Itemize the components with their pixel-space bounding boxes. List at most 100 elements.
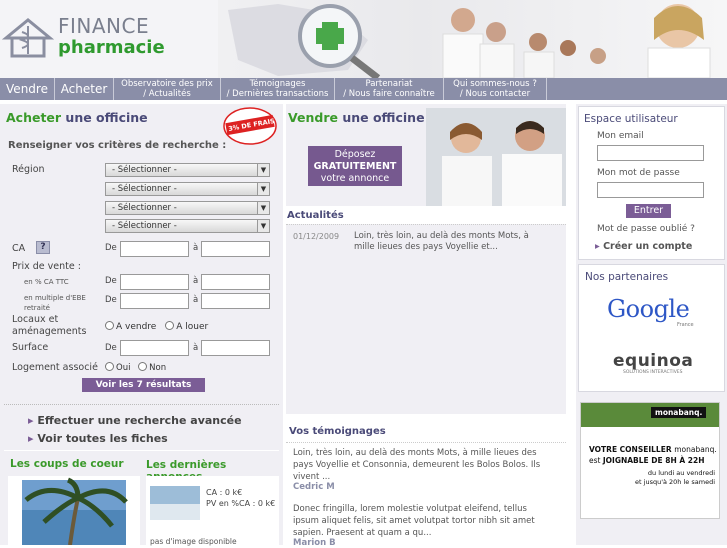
surface-a-label: à [193, 343, 199, 353]
prix-ebe-de-label: De [105, 295, 117, 305]
annonce-thumbnail [150, 486, 200, 520]
nav-acheter-label: Acheter [60, 82, 108, 96]
nav-observatoire-line2: / Actualités [143, 89, 191, 99]
annonce-ca: CA : 0 k€ [206, 488, 243, 497]
radio-circle-icon [138, 362, 148, 371]
surface-max-input[interactable] [201, 340, 270, 356]
banner-illustration [228, 4, 711, 81]
nav-qui-line2: / Nous contacter [459, 89, 531, 99]
region-select-4[interactable]: - Sélectionner - ▼ [105, 219, 270, 233]
vendre-title-a: Vendre [288, 110, 338, 125]
actualites-title: Actualités [287, 210, 344, 221]
google-logo[interactable]: Google [607, 295, 690, 323]
temoignage-2-text: Donec fringilla, lorem molestie volutpat… [293, 504, 535, 538]
partenaires-panel: Nos partenaires Google France equinoa SO… [578, 264, 725, 392]
prix-ebe-min-input[interactable] [120, 293, 189, 309]
nav-partenariat-line2: / Nous faire connaître [343, 89, 435, 99]
entrer-button[interactable]: Entrer [626, 204, 671, 218]
region-select-2[interactable]: - Sélectionner - ▼ [105, 182, 270, 196]
arrow-right-icon: ▸ [28, 432, 38, 445]
ad-line3: du lundi au vendredi [647, 469, 715, 477]
email-label: Mon email [597, 131, 644, 141]
create-account-link[interactable]: ▸ Créer un compte [595, 241, 692, 252]
prix-ebe-max-input[interactable] [201, 293, 270, 309]
palm-tree-image [22, 477, 128, 546]
a-vendre-label: A vendre [116, 322, 157, 332]
all-listings-label: Voir toutes les fiches [37, 432, 168, 445]
dropdown-arrow-icon: ▼ [257, 164, 269, 176]
prix-pct-label: en % CA TTC [24, 278, 69, 286]
prix-label: Prix de vente : [12, 261, 81, 272]
logo-pharmacie: pharmacie [58, 37, 165, 58]
nav-partenariat[interactable]: Partenariat / Nous faire connaître [335, 78, 444, 100]
vendre-title-b: une officine [337, 110, 425, 125]
region-select-3[interactable]: - Sélectionner - ▼ [105, 201, 270, 215]
logo-finance: FINANCE [58, 14, 150, 38]
non-label: Non [149, 363, 167, 373]
forgot-password-link[interactable]: Mot de passe oublié ? [597, 224, 695, 234]
acheter-column: Acheter une officine 3% DE FRAIS Renseig… [0, 104, 283, 546]
ca-max-input[interactable] [201, 241, 270, 257]
monabanq-ad[interactable]: monabanq. VOTRE CONSEILLER monabanq. est… [580, 402, 720, 519]
criteria-heading: Renseigner vos critères de recherche : [8, 140, 227, 151]
dropdown-arrow-icon: ▼ [257, 183, 269, 195]
all-listings-link[interactable]: ▸ Voir toutes les fiches [28, 432, 168, 445]
divider [4, 404, 279, 405]
cta-line2: GRATUITEMENT [313, 161, 397, 172]
region-select-2-value: - Sélectionner - [112, 184, 177, 194]
prix-pct-min-input[interactable] [120, 274, 189, 290]
nav-acheter[interactable]: Acheter [55, 78, 114, 100]
a-louer-label: A louer [176, 322, 209, 332]
actualites-panel: 01/12/2009 Loin, très loin, au delà des … [286, 224, 566, 414]
surface-label: Surface [12, 342, 49, 353]
monabanq-logo: monabanq. [651, 407, 707, 418]
acheter-title-a: Acheter [6, 110, 62, 125]
pharmacy-house-icon [2, 18, 54, 58]
prix-pct-a-label: à [193, 276, 199, 286]
a-vendre-radio[interactable]: A vendre [105, 321, 157, 332]
logo[interactable]: FINANCE pharmacie [0, 0, 218, 78]
oui-radio[interactable]: Oui [105, 362, 131, 373]
equinoa-logo[interactable]: equinoa [613, 351, 693, 371]
ca-label: CA [12, 243, 26, 254]
annonce-pv: PV en %CA : 0 k€ [206, 499, 276, 508]
prix-ebe-line2: retraité [24, 304, 50, 312]
main-nav: Vendre Acheter Observatoire des prix / A… [0, 78, 727, 100]
pharmacists-photo [426, 108, 566, 206]
oui-label: Oui [116, 363, 131, 373]
vendre-box: Vendre une officine Déposez GRATUITEMENT… [286, 104, 566, 206]
temoignages-title: Vos témoignages [289, 426, 386, 437]
coup-de-coeur-card[interactable] [8, 476, 140, 546]
advanced-search-link[interactable]: ▸ Effectuer une recherche avancée [28, 414, 242, 427]
vendre-title: Vendre une officine [288, 110, 425, 125]
nav-temoignages-line1: Témoignages [249, 79, 306, 89]
prix-pct-max-input[interactable] [201, 274, 270, 290]
surface-min-input[interactable] [120, 340, 189, 356]
nav-qui-sommes-nous[interactable]: Qui sommes-nous ? / Nous contacter [444, 78, 547, 100]
locaux-label: Locaux et aménagements [12, 314, 86, 338]
region-label: Région [12, 164, 45, 175]
annonce-card[interactable]: CA : 0 k€ PV en %CA : 0 k€ pas d'image d… [146, 476, 279, 546]
voir-resultats-button[interactable]: Voir les 7 résultats [82, 378, 205, 392]
nav-temoignages[interactable]: Témoignages / Dernières transactions [221, 78, 335, 100]
actualite-text[interactable]: Loin, très loin, au delà des monts Mots,… [354, 231, 552, 253]
deposer-annonce-button[interactable]: Déposez GRATUITEMENT votre annonce [308, 146, 402, 186]
right-column: Espace utilisateur Mon email Mon mot de … [576, 104, 727, 545]
email-input[interactable] [597, 145, 704, 161]
ca-min-input[interactable] [120, 241, 189, 257]
locaux-line1: Locaux et [12, 314, 59, 325]
a-louer-radio[interactable]: A louer [165, 321, 209, 332]
non-radio[interactable]: Non [138, 362, 167, 373]
region-select-1[interactable]: - Sélectionner - ▼ [105, 163, 270, 177]
password-input[interactable] [597, 182, 704, 198]
nav-vendre[interactable]: Vendre [0, 78, 55, 100]
nav-observatoire[interactable]: Observatoire des prix / Actualités [114, 78, 221, 100]
radio-circle-icon [105, 362, 114, 371]
espace-utilisateur-panel: Espace utilisateur Mon email Mon mot de … [578, 106, 725, 260]
partenaires-title: Nos partenaires [585, 271, 669, 283]
acheter-title-b: une officine [61, 110, 148, 125]
google-wordmark: Google [607, 295, 690, 323]
nav-observatoire-line1: Observatoire des prix [121, 79, 213, 89]
ca-help-icon[interactable]: ? [36, 241, 50, 254]
radio-circle-icon [165, 321, 175, 330]
